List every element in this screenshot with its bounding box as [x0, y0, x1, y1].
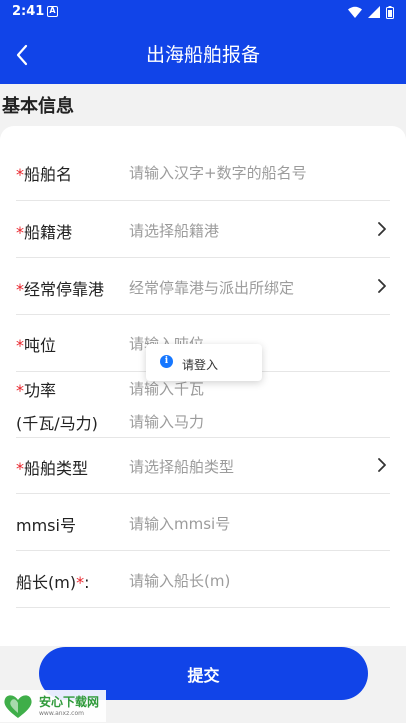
notification-icon: A: [47, 6, 58, 17]
field-label: 船长(m)*:: [16, 573, 90, 592]
wifi-icon: [348, 6, 362, 18]
watermark-url: www.anxz.com: [39, 710, 84, 717]
system-icons: [348, 5, 394, 19]
form-card: *船舶名 请输入汉字+数字的船名号 *船籍港 请选择船籍港 *经常停靠港 经常停…: [0, 126, 406, 646]
field-label: *船籍港: [16, 223, 73, 242]
field-ship-type[interactable]: *船舶类型 请选择船舶类型: [16, 438, 390, 494]
power-hp-input[interactable]: 请输入马力: [129, 411, 204, 432]
required-mark: *: [76, 573, 85, 592]
watermark: 安心下载网 www.anxz.com: [0, 690, 106, 722]
field-mmsi[interactable]: mmsi号 请输入mmsi号: [16, 494, 390, 551]
toast-message: i 请登入: [146, 344, 262, 381]
field-label: *船舶名: [16, 165, 73, 184]
field-ship-length[interactable]: 船长(m)*: 请输入船长(m): [16, 551, 390, 608]
field-ship-name[interactable]: *船舶名 请输入汉字+数字的船名号: [16, 142, 390, 201]
required-mark: *: [16, 381, 24, 400]
required-mark: *: [16, 223, 24, 242]
chevron-right-icon: [378, 279, 386, 293]
chevron-right-icon: [378, 458, 386, 472]
field-label: mmsi号: [16, 516, 76, 535]
ship-length-input[interactable]: 请输入船长(m): [129, 570, 230, 591]
field-label-unit: (千瓦/马力): [16, 414, 98, 433]
signal-icon: [368, 6, 380, 18]
status-time: 2:41: [12, 4, 45, 19]
power-kw-input[interactable]: 请输入千瓦: [129, 378, 204, 399]
required-mark: *: [16, 280, 24, 299]
field-port-of-registry[interactable]: *船籍港 请选择船籍港: [16, 201, 390, 258]
ship-type-select[interactable]: 请选择船舶类型: [129, 456, 234, 477]
frequent-port-select[interactable]: 经常停靠港与派出所绑定: [129, 277, 294, 298]
battery-icon: [386, 5, 394, 19]
info-icon: i: [160, 355, 173, 368]
ship-name-input[interactable]: 请输入汉字+数字的船名号: [129, 162, 307, 183]
chevron-right-icon: [378, 222, 386, 236]
status-bar: 2:41 A: [0, 0, 406, 26]
mmsi-input[interactable]: 请输入mmsi号: [129, 513, 230, 534]
watermark-brand: 安心下载网: [39, 695, 100, 709]
required-mark: *: [16, 336, 24, 355]
page-title: 出海船舶报备: [145, 44, 260, 66]
section-title: 基本信息: [2, 96, 74, 117]
port-of-registry-select[interactable]: 请选择船籍港: [129, 220, 219, 241]
field-label: *船舶类型: [16, 459, 89, 478]
field-power[interactable]: *功率 (千瓦/马力) 请输入千瓦 请输入马力: [16, 372, 390, 438]
required-mark: *: [16, 459, 24, 478]
required-mark: *: [16, 165, 24, 184]
field-label: *吨位: [16, 336, 57, 355]
field-frequent-port[interactable]: *经常停靠港 经常停靠港与派出所绑定: [16, 258, 390, 315]
heart-logo-icon: [4, 695, 32, 718]
field-label: *经常停靠港: [16, 280, 105, 299]
field-label: *功率: [16, 381, 57, 400]
toast-text: 请登入: [182, 358, 219, 372]
app-header: 2:41 A 出海船舶报备: [0, 0, 406, 84]
